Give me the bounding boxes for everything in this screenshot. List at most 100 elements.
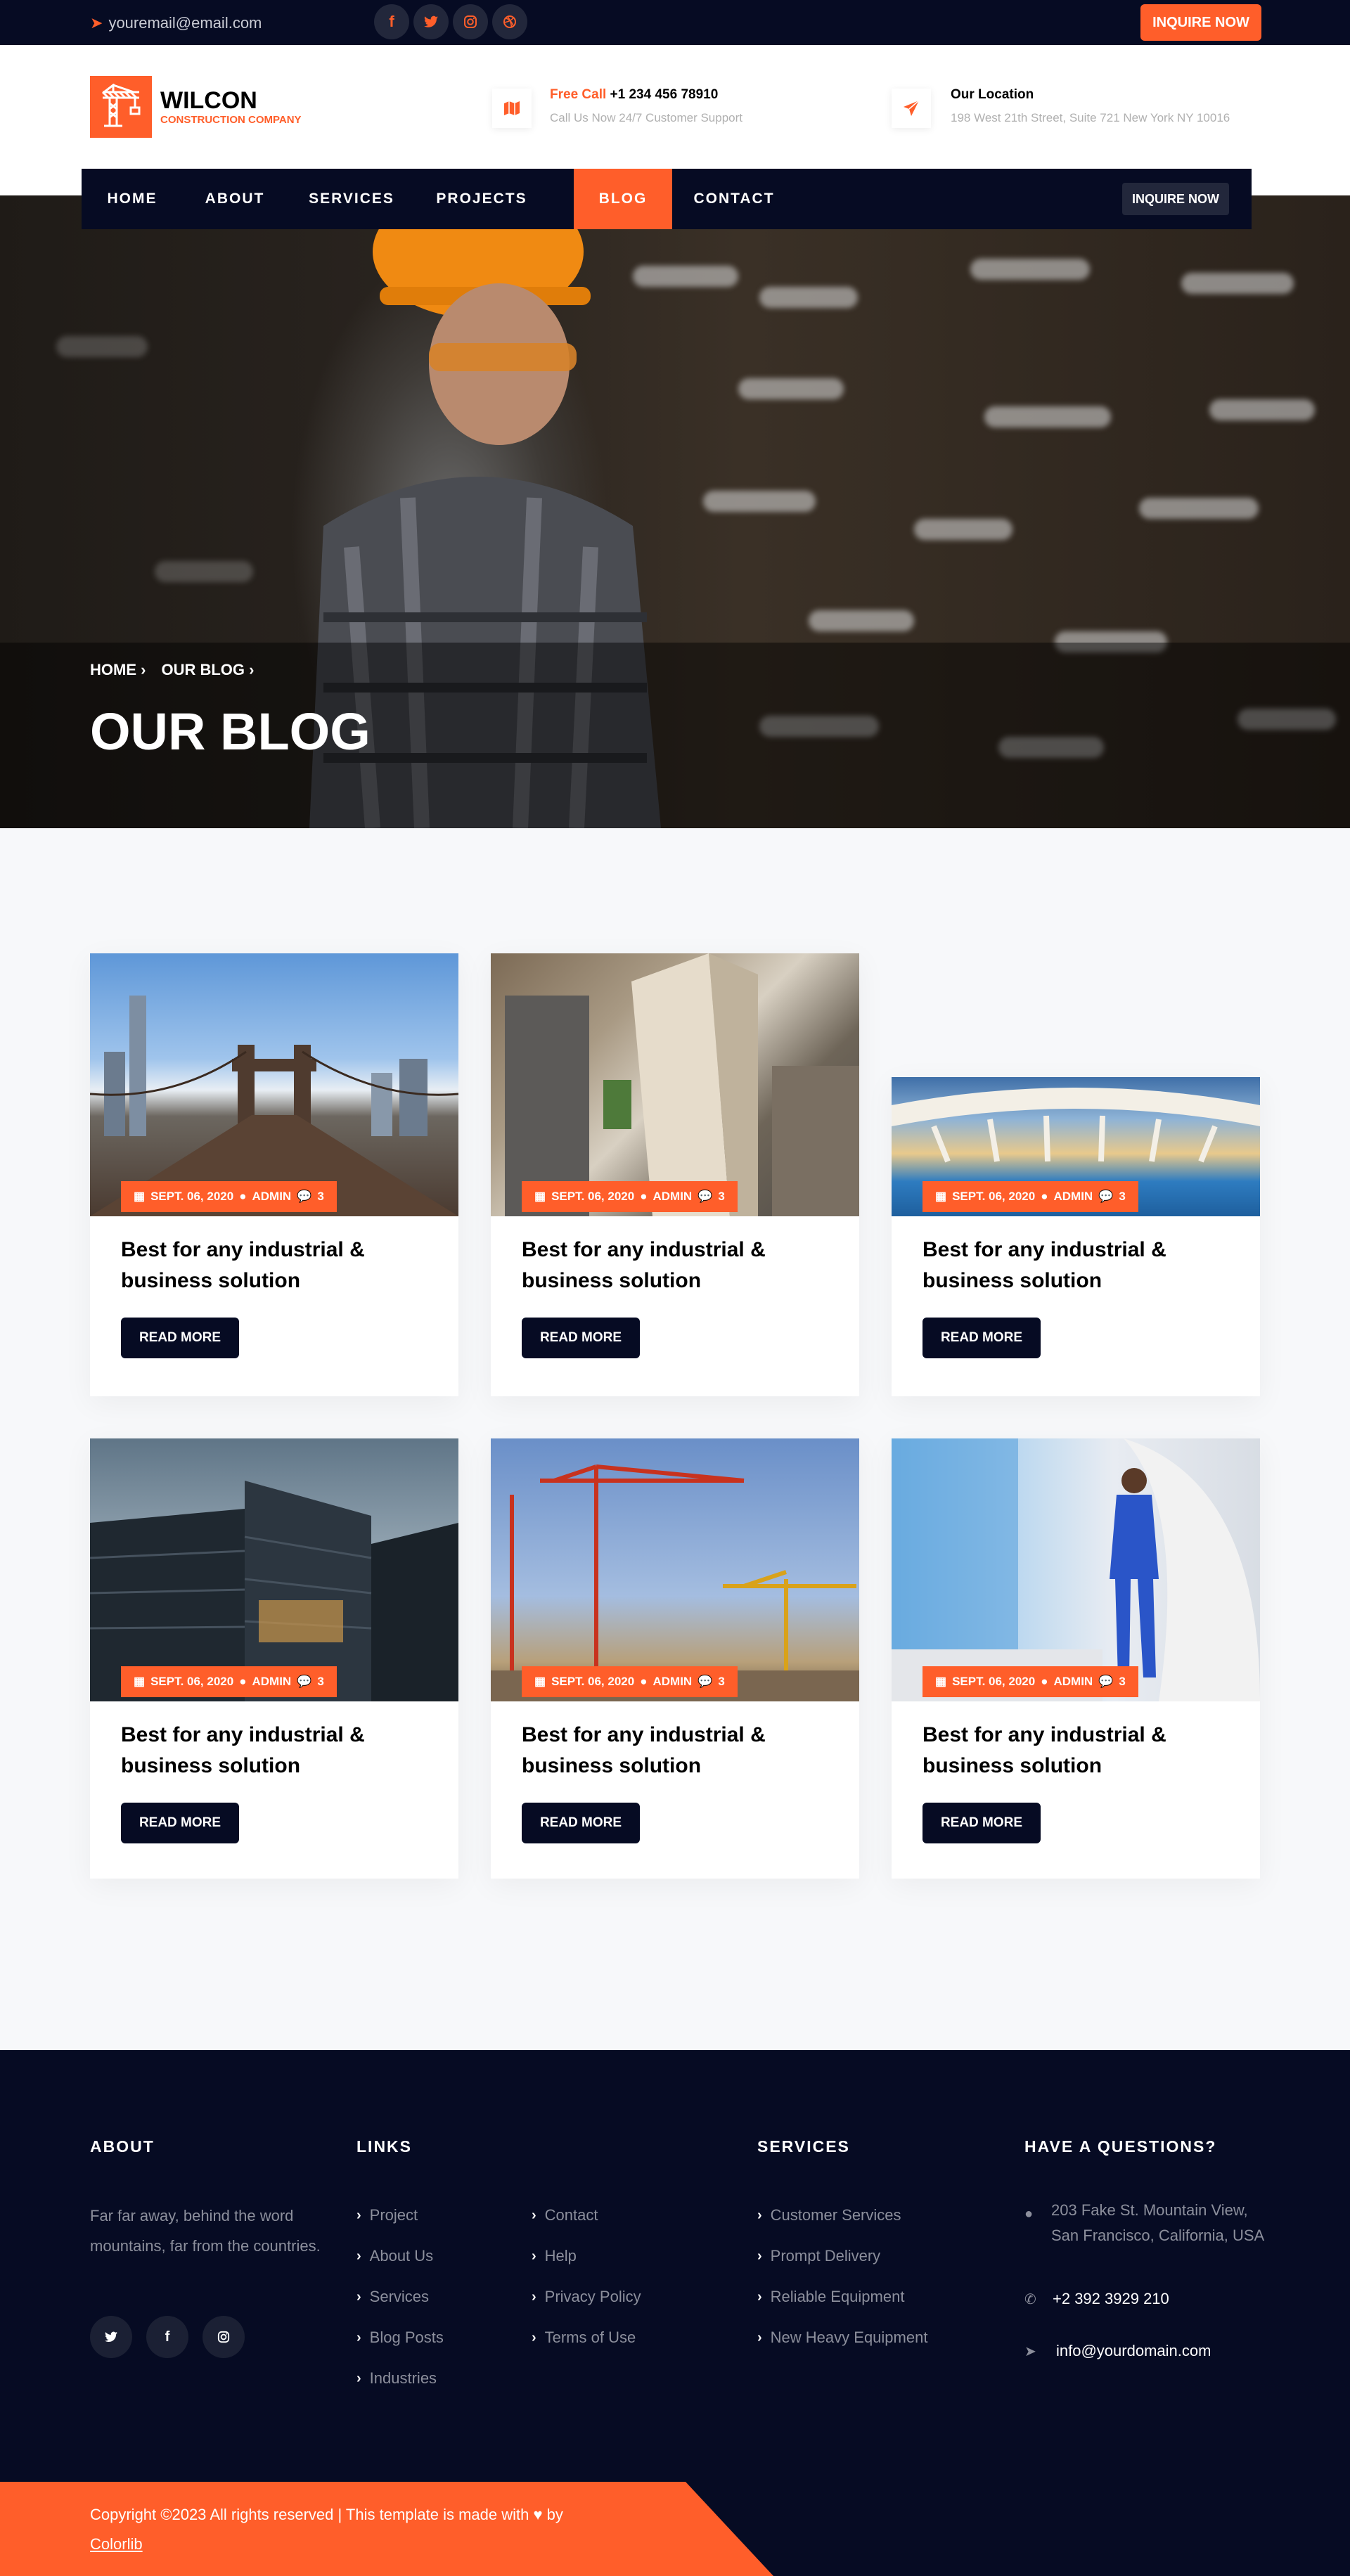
read-more-button[interactable]: READ MORE [922, 1803, 1041, 1843]
footer-link[interactable]: › About Us [356, 2247, 433, 2265]
facebook-icon[interactable]: f [146, 2316, 188, 2358]
blog-image-city[interactable] [491, 953, 859, 1216]
footer-link[interactable]: › Terms of Use [532, 2329, 636, 2347]
footer-service-link[interactable]: › Prompt Delivery [757, 2247, 880, 2265]
comment-icon: 💬 [1098, 1675, 1114, 1688]
user-icon: ● [640, 1190, 648, 1203]
footer-service-link[interactable]: › Reliable Equipment [757, 2288, 904, 2306]
nav-item-services[interactable]: SERVICES [287, 169, 416, 229]
footer-services-heading: SERVICES [757, 2137, 850, 2156]
blog-image-office-building[interactable] [89, 1438, 458, 1701]
top-email[interactable]: ➤ youremail@email.com [90, 14, 262, 32]
blog-meta: ▦ SEPT. 06, 2020 ● ADMIN 💬 3 [922, 1666, 1138, 1697]
twitter-icon[interactable] [90, 2316, 132, 2358]
footer-link[interactable]: › Services [356, 2288, 429, 2306]
footer-about-text: Far far away, behind the word mountains,… [90, 2207, 321, 2255]
phone-icon: ✆ [1024, 2292, 1036, 2307]
chevron-right-icon: › [356, 2207, 361, 2223]
chevron-right-icon: › [356, 2288, 361, 2305]
facebook-icon[interactable]: f [374, 4, 409, 39]
blog-image-bridge[interactable] [89, 953, 459, 1216]
blog-image-cranes[interactable] [491, 1438, 859, 1701]
paper-plane-icon: ➤ [1024, 2344, 1036, 2359]
breadcrumb-home[interactable]: HOME › [90, 661, 146, 679]
nav-item-home[interactable]: HOME [82, 169, 183, 229]
heart-icon: ♥ [533, 2506, 543, 2523]
nav-item-about[interactable]: ABOUT [183, 169, 287, 229]
blog-title[interactable]: Best for any industrial & business solut… [922, 1235, 1232, 1296]
nav-item-blog[interactable]: BLOG [574, 169, 672, 229]
nav-inquire-button[interactable]: INQUIRE NOW [1122, 183, 1229, 215]
call-info[interactable]: Free Call +1 234 456 78910 [550, 87, 718, 103]
user-icon: ● [1041, 1190, 1048, 1203]
calendar-icon: ▦ [935, 1190, 947, 1203]
copyright: Copyright ©2023 All rights reserved | Th… [90, 2506, 563, 2553]
crane-logo-icon[interactable] [90, 76, 152, 138]
chevron-right-icon: › [757, 2248, 762, 2264]
main-nav: HOME ABOUT SERVICES PROJECTS BLOG CONTAC… [82, 169, 1252, 229]
instagram-icon[interactable] [453, 4, 488, 39]
chevron-right-icon: › [757, 2207, 762, 2223]
blog-meta: ▦ SEPT. 06, 2020 ● ADMIN 💬 3 [121, 1181, 337, 1212]
footer-link[interactable]: › Contact [532, 2206, 598, 2224]
blog-title[interactable]: Best for any industrial & business solut… [522, 1720, 831, 1782]
logo-title[interactable]: WILCON [160, 87, 257, 115]
location-address: 198 West 21th Street, Suite 721 New York… [951, 111, 1230, 124]
footer-phone[interactable]: +2 392 3929 210 [1053, 2284, 1169, 2314]
chevron-right-icon: › [757, 2288, 762, 2305]
paper-plane-icon: ➤ [90, 14, 103, 32]
blog-meta: ▦ SEPT. 06, 2020 ● ADMIN 💬 3 [522, 1181, 738, 1212]
comment-icon: 💬 [297, 1675, 312, 1688]
read-more-button[interactable]: READ MORE [121, 1318, 239, 1358]
comment-icon: 💬 [297, 1190, 312, 1203]
calendar-icon: ▦ [935, 1675, 947, 1688]
blog-image-businessman[interactable] [892, 1438, 1260, 1701]
top-email-text: youremail@email.com [108, 14, 262, 32]
footer-service-link[interactable]: › New Heavy Equipment [757, 2329, 927, 2347]
chevron-right-icon: › [356, 2248, 361, 2264]
location-label: Our Location [951, 87, 1034, 102]
instagram-icon[interactable] [202, 2316, 245, 2358]
chevron-right-icon: › [356, 2329, 361, 2345]
blog-title[interactable]: Best for any industrial & business solut… [922, 1720, 1232, 1782]
blog-title[interactable]: Best for any industrial & business solut… [522, 1235, 831, 1296]
nav-item-projects[interactable]: PROJECTS [416, 169, 547, 229]
read-more-button[interactable]: READ MORE [522, 1318, 640, 1358]
read-more-button[interactable]: READ MORE [922, 1318, 1041, 1358]
map-icon [492, 89, 532, 128]
footer-link[interactable]: › Blog Posts [356, 2329, 444, 2347]
calendar-icon: ▦ [534, 1190, 546, 1203]
blog-card: ▦ SEPT. 06, 2020 ● ADMIN 💬 3 Best for any i… [892, 1438, 1260, 1879]
calendar-icon: ▦ [134, 1675, 146, 1688]
blog-title[interactable]: Best for any industrial & business solut… [121, 1720, 430, 1782]
read-more-button[interactable]: READ MORE [522, 1803, 640, 1843]
colorlib-link[interactable]: Colorlib [90, 2535, 143, 2553]
chevron-right-icon: › [532, 2288, 536, 2305]
dribbble-icon[interactable] [492, 4, 527, 39]
chevron-right-icon: › [532, 2248, 536, 2264]
twitter-icon[interactable] [413, 4, 449, 39]
top-inquire-button[interactable]: INQUIRE NOW [1140, 4, 1261, 41]
blog-meta: ▦ SEPT. 06, 2020 ● ADMIN 💬 3 [522, 1666, 738, 1697]
footer-link[interactable]: › Industries [356, 2369, 437, 2388]
blog-card: ▦ SEPT. 06, 2020 ● ADMIN 💬 3 Best for any i… [89, 953, 459, 1396]
footer-email[interactable]: info@yourdomain.com [1056, 2336, 1211, 2366]
footer-service-link[interactable]: › Customer Services [757, 2206, 901, 2224]
page-title: OUR BLOG [90, 702, 371, 761]
footer-link[interactable]: › Privacy Policy [532, 2288, 641, 2306]
footer-link[interactable]: › Project [356, 2206, 418, 2224]
chevron-right-icon: › [757, 2329, 762, 2345]
user-icon: ● [239, 1190, 247, 1203]
footer-about-heading: ABOUT [90, 2137, 155, 2156]
blog-title[interactable]: Best for any industrial & business solut… [121, 1235, 430, 1296]
nav-item-contact[interactable]: CONTACT [672, 169, 796, 229]
footer-links-heading: LINKS [356, 2137, 412, 2156]
comment-icon: 💬 [1098, 1190, 1114, 1203]
user-icon: ● [239, 1675, 247, 1688]
calendar-icon: ▦ [134, 1190, 146, 1203]
footer-contact-heading: HAVE A QUESTIONS? [1024, 2137, 1217, 2156]
blog-meta: ▦ SEPT. 06, 2020 ● ADMIN 💬 3 [121, 1666, 337, 1697]
footer-link[interactable]: › Help [532, 2247, 577, 2265]
read-more-button[interactable]: READ MORE [121, 1803, 239, 1843]
blog-meta: ▦ SEPT. 06, 2020 ● ADMIN 💬 3 [922, 1181, 1138, 1212]
